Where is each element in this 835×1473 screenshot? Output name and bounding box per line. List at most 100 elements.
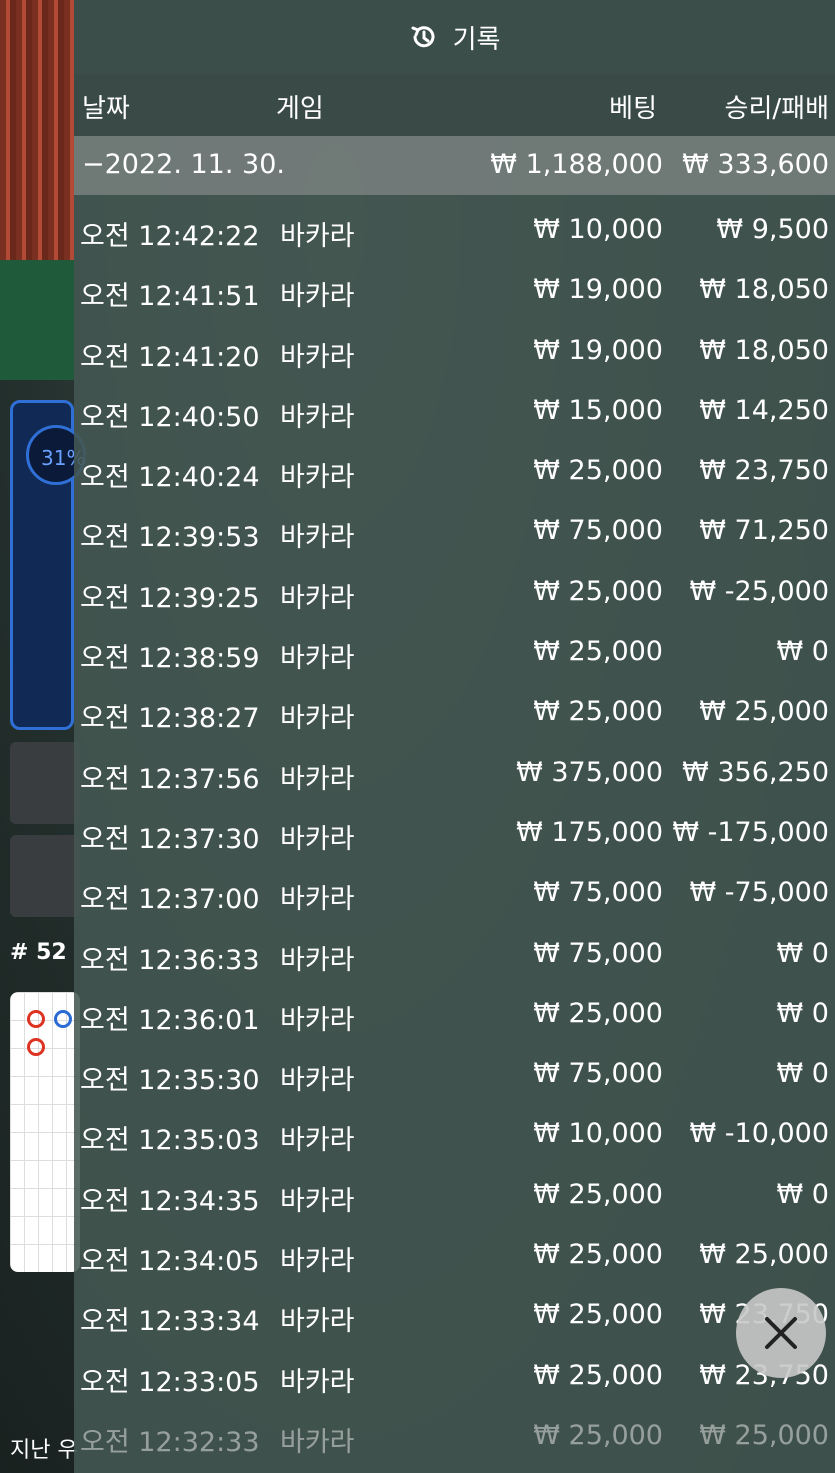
row-bet: ₩ 75,000	[533, 515, 663, 547]
row-time: 오전 12:36:01	[80, 1004, 260, 1036]
table-row[interactable]: 오전 12:38:27 바카라 ₩ 25,000 ₩ 25,000	[74, 683, 835, 743]
table-row[interactable]: 오전 12:37:00 바카라 ₩ 75,000 ₩ -75,000	[74, 864, 835, 924]
row-bet: ₩ 10,000	[533, 1118, 663, 1150]
row-time: 오전 12:35:03	[80, 1125, 260, 1157]
banker-dot	[27, 1010, 45, 1028]
row-win-loss: ₩ 0	[776, 997, 829, 1029]
row-win-loss: ₩ 0	[776, 1178, 829, 1210]
row-time: 오전 12:39:53	[80, 522, 260, 554]
row-win-loss: ₩ -75,000	[689, 877, 830, 909]
table-row[interactable]: 오전 12:39:53 바카라 ₩ 75,000 ₩ 71,250	[74, 502, 835, 562]
row-win-loss: ₩ 18,050	[699, 274, 829, 306]
row-time: 오전 12:41:51	[80, 281, 260, 313]
row-game: 바카라	[280, 1185, 355, 1217]
row-game: 바카라	[280, 462, 355, 494]
row-game: 바카라	[280, 341, 355, 373]
table-row[interactable]: 오전 12:34:05 바카라 ₩ 25,000 ₩ 25,000	[74, 1226, 835, 1286]
column-date: 날짜	[82, 94, 130, 124]
history-panel: 기록 날짜 게임 베팅 승리/패배 −2022. 11. 30. ₩ 1,188…	[74, 0, 835, 1473]
history-title: 기록	[452, 24, 501, 55]
row-time: 오전 12:37:30	[80, 823, 260, 855]
row-time: 오전 12:36:33	[80, 944, 260, 976]
row-bet: ₩ 19,000	[533, 274, 663, 306]
row-win-loss: ₩ 23,750	[699, 455, 829, 487]
row-bet: ₩ 15,000	[533, 394, 663, 426]
row-game: 바카라	[280, 1426, 355, 1458]
row-bet: ₩ 25,000	[533, 636, 663, 668]
table-row[interactable]: 오전 12:32:33 바카라 ₩ 25,000 ₩ 25,000	[74, 1407, 835, 1467]
row-time: 오전 12:35:30	[80, 1065, 260, 1097]
row-game: 바카라	[280, 884, 355, 916]
row-bet: ₩ 375,000	[516, 756, 663, 788]
row-time: 오전 12:38:27	[80, 703, 260, 735]
column-headers: 날짜 게임 베팅 승리/패배	[74, 74, 835, 136]
last-results-label: 지난 우	[10, 1438, 78, 1463]
row-win-loss: ₩ 18,050	[699, 334, 829, 366]
row-game: 바카라	[280, 763, 355, 795]
row-time: 오전 12:34:05	[80, 1246, 260, 1278]
table-row[interactable]: 오전 12:40:24 바카라 ₩ 25,000 ₩ 23,750	[74, 442, 835, 502]
row-bet: ₩ 10,000	[533, 214, 663, 245]
table-row[interactable]: 오전 12:36:01 바카라 ₩ 25,000 ₩ 0	[74, 985, 835, 1045]
history-list[interactable]: 오전 12:42:22 바카라 ₩ 10,000 ₩ 9,500 오전 12:41:51…	[74, 201, 835, 1467]
summary-date: −2022. 11. 30.	[82, 149, 285, 180]
row-game: 바카라	[280, 1246, 355, 1278]
row-bet: ₩ 19,000	[533, 334, 663, 366]
column-bet: 베팅	[609, 94, 657, 124]
row-game: 바카라	[280, 582, 355, 614]
row-win-loss: ₩ 25,000	[699, 1419, 829, 1451]
row-game: 바카라	[280, 823, 355, 855]
row-time: 오전 12:40:24	[80, 462, 260, 494]
row-game: 바카라	[280, 703, 355, 735]
row-time: 오전 12:32:33	[80, 1426, 260, 1458]
row-win-loss: ₩ -25,000	[689, 575, 830, 607]
row-win-loss: ₩ 14,250	[699, 394, 829, 426]
table-row[interactable]: 오전 12:37:56 바카라 ₩ 375,000 ₩ 356,250	[74, 744, 835, 804]
row-game: 바카라	[280, 522, 355, 554]
column-win-loss: 승리/패배	[724, 94, 829, 124]
table-row[interactable]: 오전 12:41:20 바카라 ₩ 19,000 ₩ 18,050	[74, 322, 835, 382]
table-row[interactable]: 오전 12:33:05 바카라 ₩ 25,000 ₩ 23,750	[74, 1347, 835, 1407]
row-time: 오전 12:33:34	[80, 1306, 260, 1338]
table-row[interactable]: 오전 12:38:59 바카라 ₩ 25,000 ₩ 0	[74, 623, 835, 683]
date-group-summary[interactable]: −2022. 11. 30. ₩ 1,188,000 ₩ 333,600	[74, 136, 835, 195]
row-time: 오전 12:33:05	[80, 1366, 260, 1398]
row-bet: ₩ 25,000	[533, 696, 663, 728]
row-bet: ₩ 25,000	[533, 1359, 663, 1391]
table-row[interactable]: 오전 12:37:30 바카라 ₩ 175,000 ₩ -175,000	[74, 804, 835, 864]
table-row[interactable]: 오전 12:34:35 바카라 ₩ 25,000 ₩ 0	[74, 1166, 835, 1226]
row-win-loss: ₩ 9,500	[716, 214, 829, 245]
row-win-loss: ₩ 0	[776, 1058, 829, 1090]
row-win-loss: ₩ -175,000	[672, 816, 829, 848]
history-header: 기록	[74, 0, 835, 74]
row-bet: ₩ 25,000	[533, 1419, 663, 1451]
row-bet: ₩ 75,000	[533, 1058, 663, 1090]
round-number: # 52	[10, 940, 67, 965]
table-row[interactable]: 오전 12:42:22 바카라 ₩ 10,000 ₩ 9,500	[74, 201, 835, 261]
row-bet: ₩ 25,000	[533, 1239, 663, 1271]
table-row[interactable]: 오전 12:35:30 바카라 ₩ 75,000 ₩ 0	[74, 1045, 835, 1105]
row-bet: ₩ 75,000	[533, 937, 663, 969]
table-row[interactable]: 오전 12:41:51 바카라 ₩ 19,000 ₩ 18,050	[74, 261, 835, 321]
player-pair-button[interactable]	[10, 835, 80, 917]
row-win-loss: ₩ 356,250	[682, 756, 829, 788]
row-bet: ₩ 25,000	[533, 455, 663, 487]
row-game: 바카라	[280, 1366, 355, 1398]
row-time: 오전 12:38:59	[80, 643, 260, 675]
table-row[interactable]: 오전 12:40:50 바카라 ₩ 15,000 ₩ 14,250	[74, 382, 835, 442]
row-bet: ₩ 75,000	[533, 877, 663, 909]
player-button[interactable]	[10, 742, 80, 824]
row-win-loss: ₩ 25,000	[699, 1239, 829, 1271]
close-button[interactable]	[736, 1288, 826, 1378]
row-win-loss: ₩ 0	[776, 636, 829, 668]
row-game: 바카라	[280, 1125, 355, 1157]
row-game: 바카라	[280, 1004, 355, 1036]
table-row[interactable]: 오전 12:39:25 바카라 ₩ 25,000 ₩ -25,000	[74, 563, 835, 623]
row-win-loss: ₩ 25,000	[699, 696, 829, 728]
table-row[interactable]: 오전 12:33:34바카라₩ 25,000₩ 23,750	[74, 1286, 835, 1346]
table-row[interactable]: 오전 12:35:03 바카라 ₩ 10,000 ₩ -10,000	[74, 1105, 835, 1165]
bead-road	[10, 992, 80, 1272]
row-time: 오전 12:37:00	[80, 884, 260, 916]
close-icon	[765, 1317, 797, 1349]
table-row[interactable]: 오전 12:36:33 바카라 ₩ 75,000 ₩ 0	[74, 925, 835, 985]
